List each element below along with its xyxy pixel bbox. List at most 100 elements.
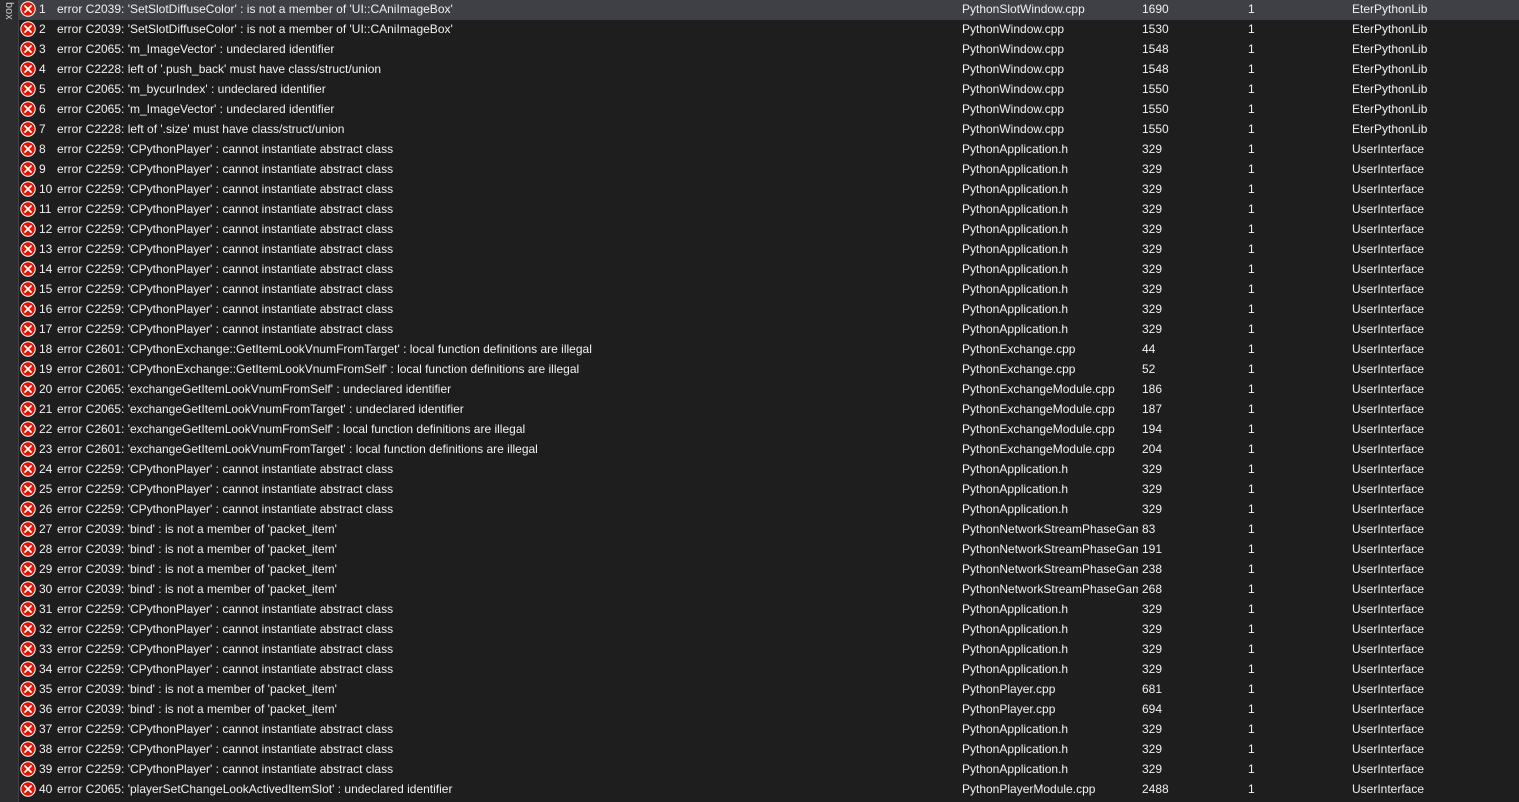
error-description: error C2039: 'bind' : is not a member of… <box>57 682 337 696</box>
error-circle-icon <box>20 341 36 357</box>
error-circle-icon <box>20 701 36 717</box>
error-file: PythonApplication.h <box>962 602 1069 616</box>
error-row[interactable]: 31 error C2259: 'CPythonPlayer' : cannot … <box>19 600 1519 620</box>
error-row[interactable]: 33 error C2259: 'CPythonPlayer' : cannot … <box>19 640 1519 660</box>
error-line: 329 <box>1142 322 1163 336</box>
error-column: 1 <box>1248 322 1255 336</box>
error-row[interactable]: 29 error C2039: 'bind' : is not a member … <box>19 560 1519 580</box>
error-line: 329 <box>1142 742 1163 756</box>
error-description: error C2065: 'm_ImageVector' : undeclare… <box>57 42 335 56</box>
error-row[interactable]: 11 error C2259: 'CPythonPlayer' : cannot … <box>19 200 1519 220</box>
error-project: UserInterface <box>1352 542 1425 556</box>
error-description: error C2259: 'CPythonPlayer' : cannot in… <box>57 182 394 196</box>
error-description: error C2259: 'CPythonPlayer' : cannot in… <box>57 302 394 316</box>
error-row[interactable]: 13 error C2259: 'CPythonPlayer' : cannot … <box>19 240 1519 260</box>
error-row[interactable]: 21 error C2065: 'exchangeGetItemLookVnumF… <box>19 400 1519 420</box>
error-row[interactable]: 4 error C2228: left of '.push_back' must … <box>19 60 1519 80</box>
error-row[interactable]: 8 error C2259: 'CPythonPlayer' : cannot i… <box>19 140 1519 160</box>
error-column: 1 <box>1248 702 1255 716</box>
error-circle-icon <box>20 21 36 37</box>
error-row[interactable]: 2 error C2039: 'SetSlotDiffuseColor' : is… <box>19 20 1519 40</box>
error-column: 1 <box>1248 762 1255 776</box>
error-line: 1550 <box>1142 82 1169 96</box>
error-file: PythonExchangeModule.cpp <box>962 442 1115 456</box>
error-row[interactable]: 35 error C2039: 'bind' : is not a member … <box>19 680 1519 700</box>
error-line: 1690 <box>1142 2 1169 16</box>
error-row[interactable]: 24 error C2259: 'CPythonPlayer' : cannot … <box>19 460 1519 480</box>
error-row[interactable]: 36 error C2039: 'bind' : is not a member … <box>19 700 1519 720</box>
error-file: PythonApplication.h <box>962 142 1069 156</box>
error-description: error C2259: 'CPythonPlayer' : cannot in… <box>57 462 394 476</box>
error-row[interactable]: 17 error C2259: 'CPythonPlayer' : cannot … <box>19 320 1519 340</box>
error-line: 1530 <box>1142 22 1169 36</box>
error-row[interactable]: 6 error C2065: 'm_ImageVector' : undeclar… <box>19 100 1519 120</box>
error-row[interactable]: 25 error C2259: 'CPythonPlayer' : cannot … <box>19 480 1519 500</box>
error-circle-icon <box>20 461 36 477</box>
error-row[interactable]: 9 error C2259: 'CPythonPlayer' : cannot i… <box>19 160 1519 180</box>
error-row[interactable]: 32 error C2259: 'CPythonPlayer' : cannot … <box>19 620 1519 640</box>
error-file: PythonExchangeModule.cpp <box>962 402 1115 416</box>
error-row[interactable]: 38 error C2259: 'CPythonPlayer' : cannot … <box>19 740 1519 760</box>
error-row[interactable]: 15 error C2259: 'CPythonPlayer' : cannot … <box>19 280 1519 300</box>
error-file: PythonApplication.h <box>962 662 1069 676</box>
error-description: error C2039: 'SetSlotDiffuseColor' : is … <box>57 22 453 36</box>
error-project: UserInterface <box>1352 762 1425 776</box>
error-file: PythonWindow.cpp <box>962 122 1065 136</box>
error-row[interactable]: 19 error C2601: 'CPythonExchange::GetItem… <box>19 360 1519 380</box>
error-row[interactable]: 39 error C2259: 'CPythonPlayer' : cannot … <box>19 760 1519 780</box>
error-project: UserInterface <box>1352 522 1425 536</box>
error-row[interactable]: 37 error C2259: 'CPythonPlayer' : cannot … <box>19 720 1519 740</box>
error-row[interactable]: 23 error C2601: 'exchangeGetItemLookVnumF… <box>19 440 1519 460</box>
error-file: PythonNetworkStreamPhaseGam <box>962 582 1138 596</box>
error-row[interactable]: 30 error C2039: 'bind' : is not a member … <box>19 580 1519 600</box>
error-row[interactable]: 16 error C2259: 'CPythonPlayer' : cannot … <box>19 300 1519 320</box>
error-project: EterPythonLib <box>1352 82 1428 96</box>
error-line: 329 <box>1142 182 1163 196</box>
error-row[interactable]: 5 error C2065: 'm_bycurIndex' : undeclare… <box>19 80 1519 100</box>
error-column: 1 <box>1248 582 1255 596</box>
error-row[interactable]: 27 error C2039: 'bind' : is not a member … <box>19 520 1519 540</box>
error-file: PythonApplication.h <box>962 622 1069 636</box>
side-tab-label[interactable]: box <box>0 0 18 42</box>
error-circle-icon <box>20 261 36 277</box>
error-file: PythonWindow.cpp <box>962 42 1065 56</box>
error-column: 1 <box>1248 682 1255 696</box>
error-row[interactable]: 12 error C2259: 'CPythonPlayer' : cannot … <box>19 220 1519 240</box>
error-circle-icon <box>20 81 36 97</box>
error-project: UserInterface <box>1352 702 1425 716</box>
error-line: 329 <box>1142 262 1163 276</box>
error-row[interactable]: 14 error C2259: 'CPythonPlayer' : cannot … <box>19 260 1519 280</box>
error-row[interactable]: 1 error C2039: 'SetSlotDiffuseColor' : is… <box>19 0 1519 20</box>
error-file: PythonApplication.h <box>962 202 1069 216</box>
error-row[interactable]: 34 error C2259: 'CPythonPlayer' : cannot … <box>19 660 1519 680</box>
error-description: error C2039: 'bind' : is not a member of… <box>57 582 337 596</box>
error-line: 1548 <box>1142 62 1169 76</box>
error-description: error C2039: 'bind' : is not a member of… <box>57 522 337 536</box>
error-row[interactable]: 28 error C2039: 'bind' : is not a member … <box>19 540 1519 560</box>
error-file: PythonApplication.h <box>962 222 1069 236</box>
error-row[interactable]: 20 error C2065: 'exchangeGetItemLookVnumF… <box>19 380 1519 400</box>
side-tab-strip[interactable]: box <box>0 0 19 802</box>
error-line: 681 <box>1142 682 1163 696</box>
error-row[interactable]: 26 error C2259: 'CPythonPlayer' : cannot … <box>19 500 1519 520</box>
error-circle-icon <box>20 601 36 617</box>
error-line: 2488 <box>1142 782 1169 796</box>
error-circle-icon <box>20 361 36 377</box>
error-circle-icon <box>20 621 36 637</box>
error-description: error C2039: 'bind' : is not a member of… <box>57 542 337 556</box>
error-line: 52 <box>1142 362 1156 376</box>
error-row[interactable]: 18 error C2601: 'CPythonExchange::GetItem… <box>19 340 1519 360</box>
error-row[interactable]: 7 error C2228: left of '.size' must have … <box>19 120 1519 140</box>
error-column: 1 <box>1248 342 1255 356</box>
error-list: 1 error C2039: 'SetSlotDiffuseColor' : is… <box>19 0 1519 802</box>
error-column: 1 <box>1248 442 1255 456</box>
error-project: UserInterface <box>1352 222 1425 236</box>
error-row[interactable]: 10 error C2259: 'CPythonPlayer' : cannot … <box>19 180 1519 200</box>
error-row[interactable]: 40 error C2065: 'playerSetChangeLookActiv… <box>19 780 1519 800</box>
error-file: PythonSlotWindow.cpp <box>962 2 1085 16</box>
error-project: UserInterface <box>1352 402 1425 416</box>
error-row[interactable]: 3 error C2065: 'm_ImageVector' : undeclar… <box>19 40 1519 60</box>
error-column: 1 <box>1248 662 1255 676</box>
error-line: 329 <box>1142 282 1163 296</box>
error-row[interactable]: 22 error C2601: 'exchangeGetItemLookVnumF… <box>19 420 1519 440</box>
